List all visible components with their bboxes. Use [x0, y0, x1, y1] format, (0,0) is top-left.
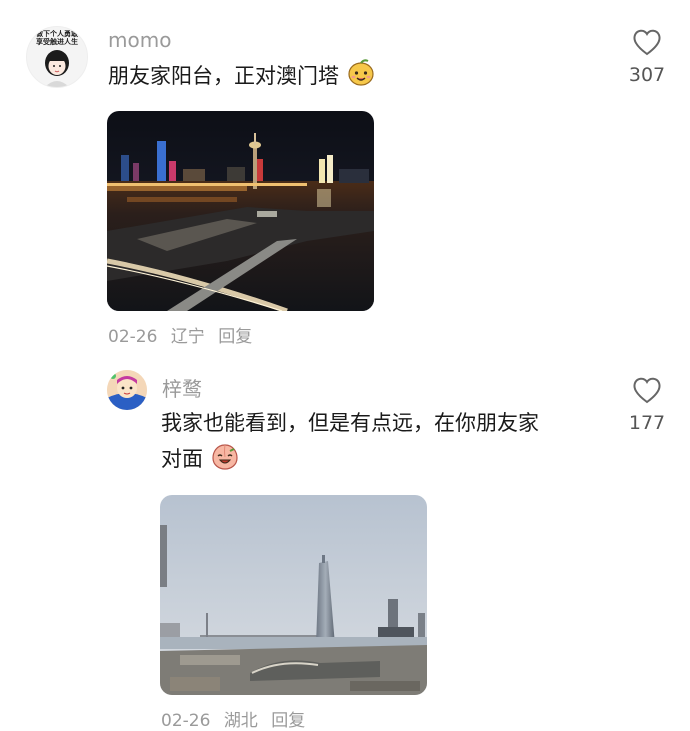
- reply-button[interactable]: 回复: [271, 711, 305, 731]
- avatar[interactable]: [107, 370, 147, 410]
- reply-username[interactable]: 梓鹜: [162, 373, 202, 402]
- reply-text-line-1: 我家也能看到，但是有点远，在你朋友家: [161, 411, 539, 435]
- comment-date: 02-26: [108, 327, 158, 347]
- reply-text: 我家也能看到，但是有点远，在你朋友家 对面: [161, 405, 601, 477]
- comment-item: 做下个人勇敢 享受触进人生 momo 朋友家阳台，正对澳门塔 307 02-26…: [0, 0, 690, 350]
- laughing-peach-emoji-icon: [212, 444, 238, 470]
- girl-avatar-icon: [45, 50, 69, 87]
- reply-meta: 02-26 湖北 回复: [161, 706, 313, 731]
- avatar-caption: 做下个人勇敢 享受触进人生: [36, 30, 78, 46]
- like-button[interactable]: 307: [617, 26, 677, 90]
- like-count: 177: [628, 412, 666, 434]
- reply-image[interactable]: [160, 495, 427, 695]
- comment-image[interactable]: [107, 111, 374, 311]
- night-view-of-macau-tower-image: [107, 111, 374, 311]
- heart-outline-icon: [633, 29, 661, 56]
- comment-text: 朋友家阳台，正对澳门塔: [108, 58, 588, 94]
- comment-location: 辽宁: [170, 327, 205, 347]
- reply-date: 02-26: [161, 711, 211, 731]
- comment-meta: 02-26 辽宁 回复: [108, 322, 260, 347]
- comment-username[interactable]: momo: [108, 28, 171, 52]
- reply-item: 梓鹜 我家也能看到，但是有点远，在你朋友家 对面 177 02-26 湖北 回复: [0, 360, 690, 731]
- heart-outline-icon: [633, 377, 661, 404]
- smiling-mango-emoji-icon: [348, 59, 374, 86]
- reply-button[interactable]: 回复: [218, 327, 252, 347]
- reply-text-line-2: 对面: [161, 441, 601, 477]
- reply-location: 湖北: [223, 711, 258, 731]
- cartoon-avatar-icon: [107, 370, 147, 410]
- daytime-view-of-skyscraper-and-bridge-image: [160, 495, 427, 695]
- avatar[interactable]: 做下个人勇敢 享受触进人生: [26, 26, 88, 88]
- like-count: 307: [628, 64, 666, 86]
- like-button[interactable]: 177: [617, 374, 677, 438]
